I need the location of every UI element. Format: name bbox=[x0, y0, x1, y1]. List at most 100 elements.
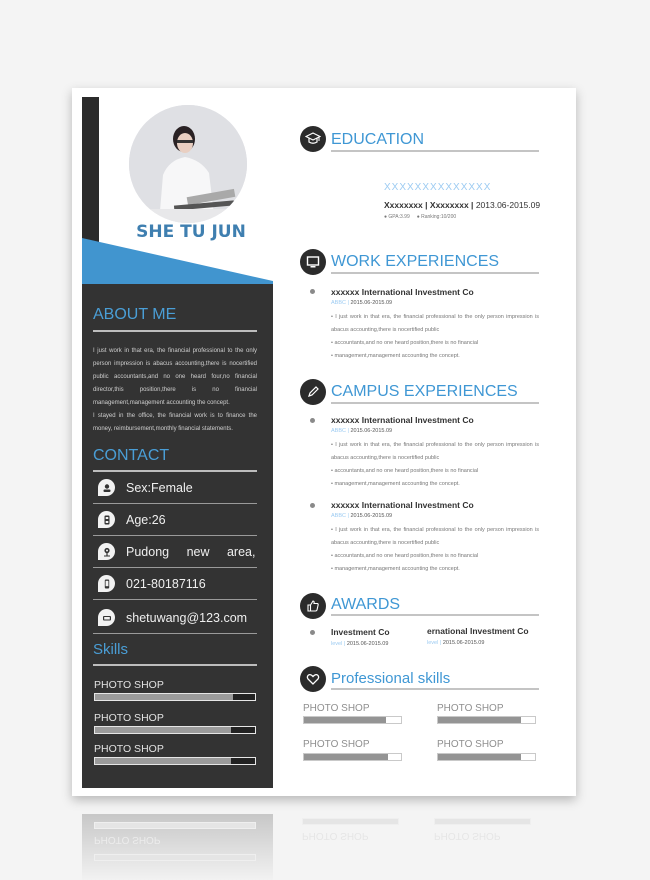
description-line: • management,management accounting the c… bbox=[331, 481, 460, 487]
skill-bar-fill bbox=[95, 694, 233, 700]
award-item: ernational Investment Co level | 2015.06… bbox=[427, 626, 529, 646]
about-heading: ABOUT ME bbox=[93, 306, 177, 323]
campus-heading: CAMPUS EXPERIENCES bbox=[331, 383, 518, 400]
contact-heading: CONTACT bbox=[93, 447, 170, 464]
contact-sex-text: Sex:Female bbox=[126, 480, 193, 495]
work-heading: WORK EXPERIENCES bbox=[331, 253, 500, 270]
pro-skill-bar-fill bbox=[438, 717, 522, 723]
description-line: • accountants,and no one heard position,… bbox=[331, 553, 479, 559]
campus-company: xxxxxx International Investment Co bbox=[331, 500, 474, 510]
work-description: • I just work in that era, the financial… bbox=[331, 311, 539, 363]
education-school: XXXXXXXXXXXXXX bbox=[384, 182, 492, 193]
campus-description: • I just work in that era, the financial… bbox=[331, 524, 539, 576]
pro-skill-bar-fill bbox=[304, 754, 389, 760]
description-line: • management,management accounting the c… bbox=[331, 566, 460, 572]
heart-icon bbox=[300, 666, 326, 692]
skills-divider bbox=[93, 664, 257, 666]
separator: | bbox=[347, 428, 349, 434]
description-line: • management,management accounting the c… bbox=[331, 353, 460, 359]
bullet-icon bbox=[310, 418, 315, 423]
skill-label: PHOTO SHOP bbox=[94, 712, 164, 724]
skill-bar bbox=[94, 726, 256, 734]
work-meta: ABBC | 2015.06-2015.09 bbox=[331, 300, 392, 306]
contact-email[interactable]: shetuwang@123.com bbox=[93, 602, 257, 634]
campus-meta: ABBC | 2015.06-2015.09 bbox=[331, 428, 392, 434]
education-details: Xxxxxxxx | Xxxxxxxx | 2013.06-2015.09 bbox=[384, 200, 540, 210]
description-line: • I just work in that era, the financial… bbox=[331, 314, 539, 333]
campus-period: 2015.06-2015.09 bbox=[350, 513, 393, 519]
separator: | bbox=[347, 300, 349, 306]
blue-accent-band bbox=[82, 238, 273, 286]
pro-skill-label: PHOTO SHOP bbox=[437, 703, 504, 714]
reflection-sidebar: PHOTO SHOP bbox=[82, 814, 273, 880]
campus-meta: ABBC | 2015.06-2015.09 bbox=[331, 513, 392, 519]
about-text: I just work in that era, the financial p… bbox=[93, 345, 257, 436]
separator: | bbox=[471, 200, 474, 210]
work-company: xxxxxx International Investment Co bbox=[331, 287, 474, 297]
profile-photo bbox=[129, 105, 247, 223]
separator: | bbox=[343, 641, 346, 647]
description-line: • accountants,and no one heard position,… bbox=[331, 340, 479, 346]
person-icon bbox=[98, 479, 115, 496]
campus-divider bbox=[331, 402, 539, 404]
education-gpa: GPA:3.99 bbox=[388, 214, 410, 220]
reflection-bar bbox=[94, 854, 256, 861]
work-level: ABBC bbox=[331, 300, 346, 306]
portrait-photo-icon bbox=[129, 105, 247, 223]
contact-age: Age:26 bbox=[93, 504, 257, 536]
education-period: 2013.06-2015.09 bbox=[475, 200, 541, 210]
education-major: Xxxxxxxx bbox=[384, 200, 423, 210]
skill-label: PHOTO SHOP bbox=[94, 743, 164, 755]
award-period: 2015.06-2015.09 bbox=[442, 640, 485, 646]
education-heading: EDUCATION bbox=[331, 131, 425, 148]
skill-bar bbox=[94, 693, 256, 701]
separator: | bbox=[439, 640, 442, 646]
email-icon bbox=[98, 609, 115, 626]
awards-divider bbox=[331, 614, 539, 616]
monitor-icon bbox=[300, 249, 326, 275]
contact-email-text: shetuwang@123.com bbox=[126, 610, 248, 625]
sidebar-top-strip bbox=[82, 97, 99, 257]
pro-skill-bar bbox=[303, 753, 402, 761]
contact-phone: 021-80187116 bbox=[93, 568, 257, 600]
bullet-icon bbox=[310, 289, 315, 294]
pro-skill-label: PHOTO SHOP bbox=[437, 739, 504, 750]
skill-bar-fill bbox=[95, 758, 231, 764]
pro-skill-bar bbox=[303, 716, 402, 724]
pencil-icon bbox=[300, 379, 326, 405]
about-divider bbox=[93, 330, 257, 332]
campus-company: xxxxxx International Investment Co bbox=[331, 415, 474, 425]
campus-description: • I just work in that era, the financial… bbox=[331, 439, 539, 491]
reflection-bar bbox=[434, 818, 531, 825]
professional-skills-divider bbox=[331, 688, 539, 690]
campus-level: ABBC bbox=[331, 428, 346, 434]
hourglass-icon bbox=[98, 511, 115, 528]
about-paragraph: I just work in that era, the financial p… bbox=[93, 348, 257, 406]
work-divider bbox=[331, 272, 539, 274]
bullet-icon bbox=[310, 503, 315, 508]
award-period: 2015.06-2015.09 bbox=[346, 641, 389, 647]
bullet-icon: ● bbox=[384, 214, 388, 220]
bullet-icon: ● bbox=[416, 214, 420, 220]
page-reflection: PHOTO SHOP PHOTO SHOP PHOTO SHOP bbox=[72, 800, 576, 880]
reflection-label: PHOTO SHOP bbox=[302, 830, 369, 841]
description-line: • I just work in that era, the financial… bbox=[331, 527, 539, 546]
contact-address-text: Pudong new area, bbox=[126, 544, 256, 559]
award-level: level bbox=[427, 640, 439, 646]
reflection-bar bbox=[302, 818, 399, 825]
contact-age-text: Age:26 bbox=[126, 512, 166, 527]
education-divider bbox=[331, 150, 539, 152]
campus-level: ABBC bbox=[331, 513, 346, 519]
bullet-icon bbox=[310, 630, 315, 635]
contact-address: Pudong new area, bbox=[93, 536, 257, 568]
awards-heading: AWARDS bbox=[331, 596, 401, 613]
skill-label: PHOTO SHOP bbox=[94, 679, 164, 691]
separator: | bbox=[347, 513, 349, 519]
reflection-bar bbox=[94, 822, 256, 829]
reflection-label: PHOTO SHOP bbox=[94, 834, 161, 845]
campus-period: 2015.06-2015.09 bbox=[350, 428, 393, 434]
pro-skill-bar bbox=[437, 753, 536, 761]
work-period: 2015.06-2015.09 bbox=[350, 300, 393, 306]
pro-skill-label: PHOTO SHOP bbox=[303, 703, 370, 714]
about-paragraph: I stayed in the office, the financial wo… bbox=[93, 413, 257, 432]
